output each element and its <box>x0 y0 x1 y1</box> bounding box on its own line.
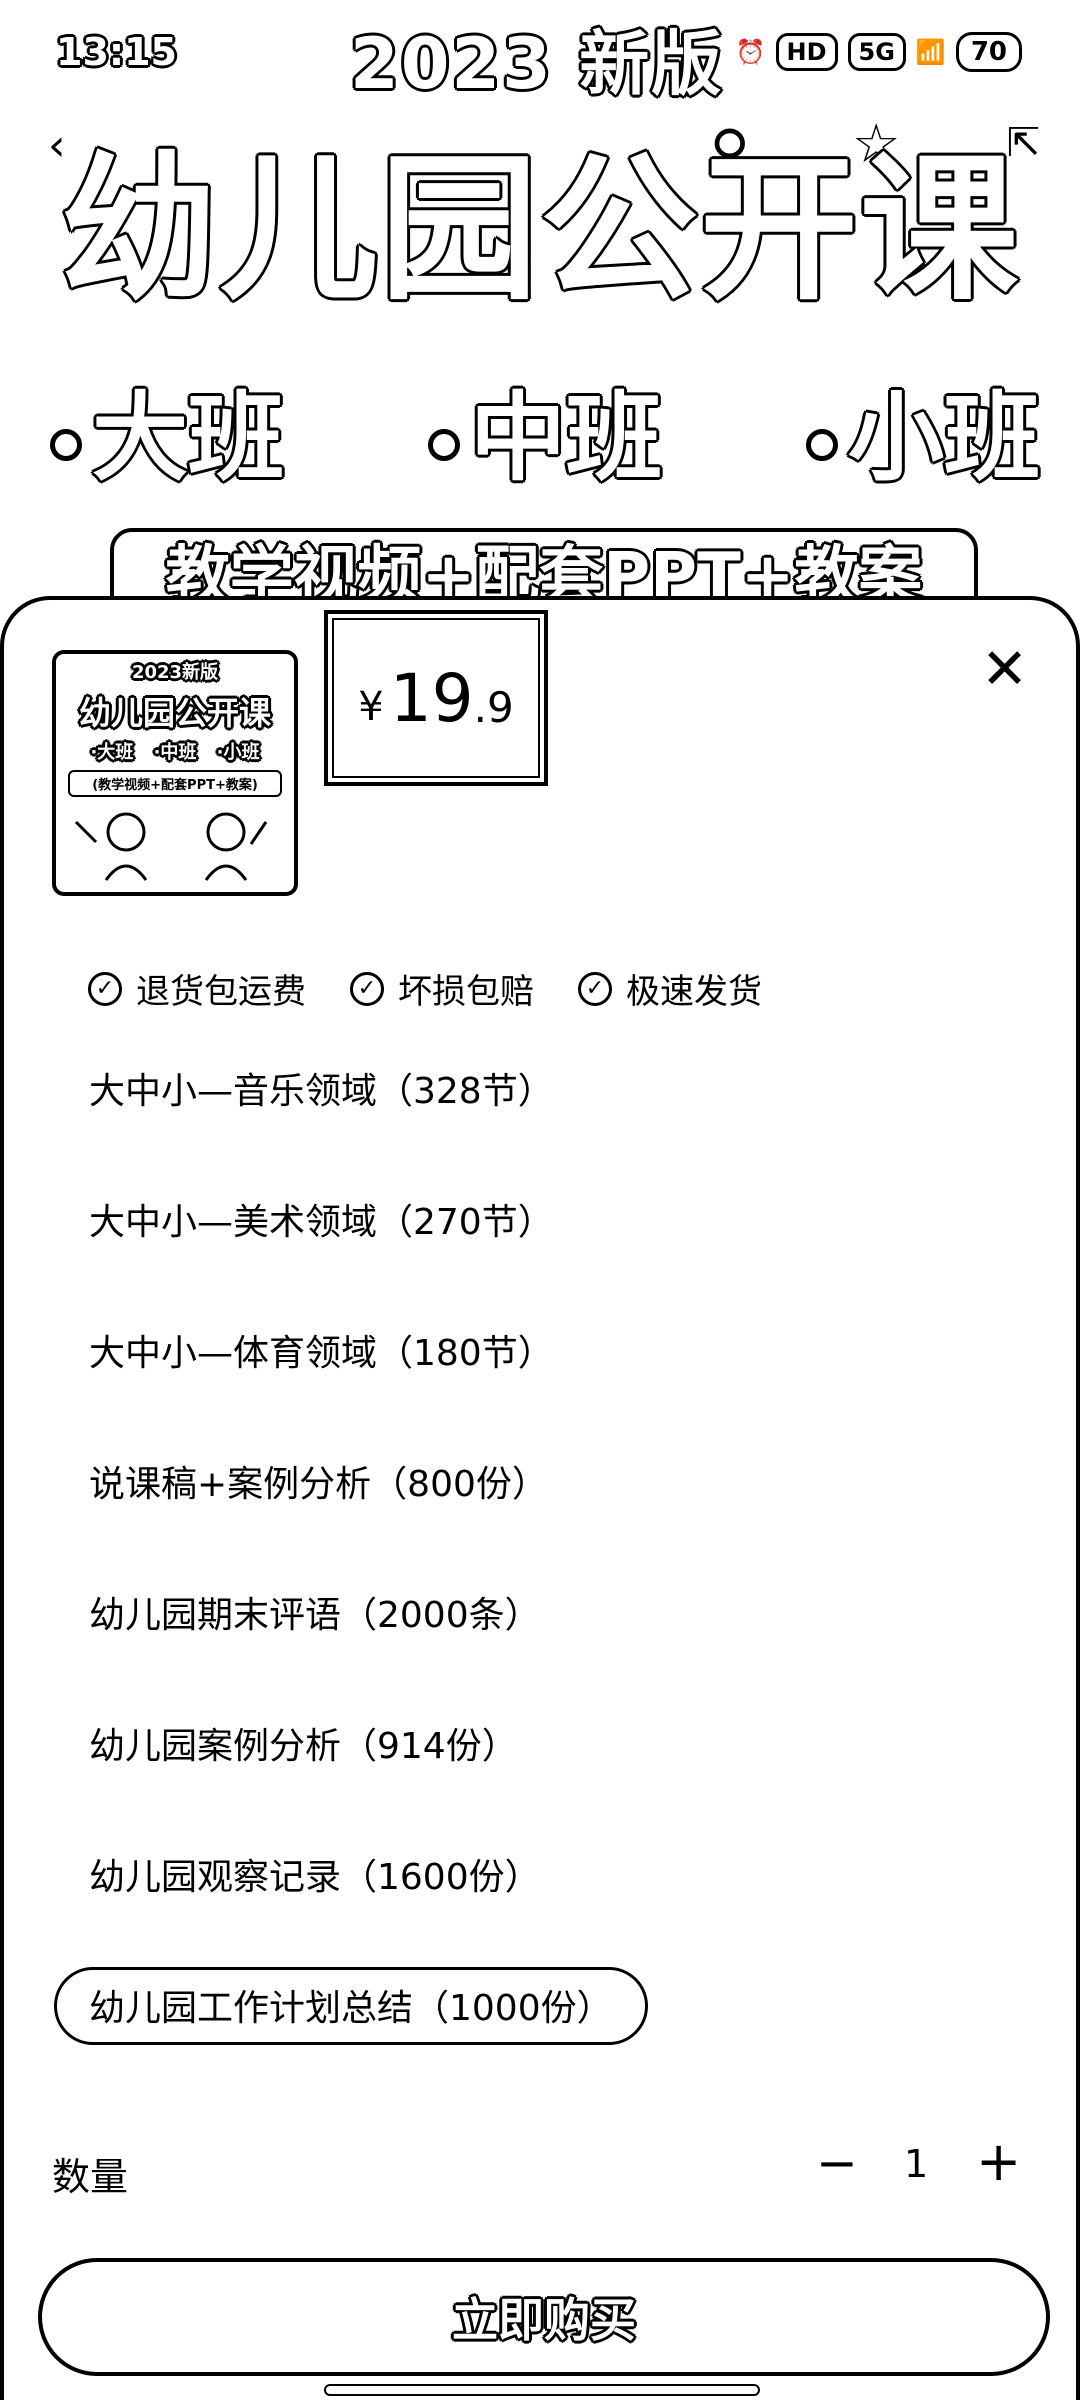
option-observation-records[interactable]: 幼儿园观察记录（1600份） <box>54 1836 576 1914</box>
check-circle-icon: ✓ <box>88 971 122 1006</box>
check-circle-icon: ✓ <box>578 971 612 1006</box>
option-sports[interactable]: 大中小—体育领域（180节） <box>54 1312 589 1390</box>
status-time: 13:15 <box>56 30 177 74</box>
kids-illustration-icon <box>74 812 268 881</box>
service-guarantees: ✓ 退货包运费 ✓ 坏损包赔 ✓ 极速发货 <box>88 964 762 1013</box>
hd-icon: HD <box>775 33 838 71</box>
option-lesson-drafts[interactable]: 说课稿+案例分析（800份） <box>54 1443 583 1521</box>
option-work-plan[interactable]: 幼儿园工作计划总结（1000份） <box>54 1967 648 2045</box>
quantity-minus-button[interactable]: − <box>816 2134 858 2192</box>
class-label: 小班 <box>806 360 1040 499</box>
quantity-value[interactable]: 1 <box>904 2142 928 2186</box>
guarantee-item: ✓ 退货包运费 <box>88 964 306 1013</box>
banner-title: 幼儿园公开课 <box>60 138 1020 322</box>
buy-now-button[interactable]: 立即购买 <box>38 2258 1050 2376</box>
option-music[interactable]: 大中小—音乐领域（328节） <box>54 1050 589 1128</box>
class-label: 中班 <box>428 360 662 499</box>
quantity-label: 数量 <box>52 2155 129 2199</box>
close-icon[interactable]: ✕ <box>981 642 1028 698</box>
thumbnail-year: 2023新版 <box>131 662 219 683</box>
banner-classes: 大班 中班 小班 <box>50 360 1040 499</box>
check-circle-icon: ✓ <box>350 971 384 1006</box>
sku-sheet: 2023新版 幼儿园公开课 ·大班 ·中班 ·小班 (教学视频+配套PPT+教案… <box>0 596 1080 2400</box>
quantity-plus-button[interactable]: + <box>976 2130 1021 2193</box>
option-term-comments[interactable]: 幼儿园期末评语（2000条） <box>54 1574 576 1652</box>
option-case-analysis[interactable]: 幼儿园案例分析（914份） <box>54 1705 553 1783</box>
thumbnail-subtitle: (教学视频+配套PPT+教案) <box>68 770 282 797</box>
price-currency: ¥ <box>358 684 384 730</box>
battery-icon: 70 <box>955 32 1022 72</box>
price: ¥ 19 .9 <box>324 610 548 786</box>
thumbnail-classes: ·大班 ·中班 ·小班 <box>90 742 260 763</box>
product-thumbnail[interactable]: 2023新版 幼儿园公开课 ·大班 ·中班 ·小班 (教学视频+配套PPT+教案… <box>52 650 298 896</box>
signal-5g-icon: 5G <box>847 33 906 71</box>
guarantee-item: ✓ 坏损包赔 <box>350 964 534 1013</box>
thumbnail-title: 幼儿园公开课 <box>78 694 271 732</box>
alarm-icon: ⏰ <box>735 38 766 66</box>
price-integer: 19 <box>389 659 474 737</box>
banner-year-label: 2023 新版 <box>350 23 724 105</box>
home-indicator[interactable] <box>324 2384 760 2396</box>
class-label: 大班 <box>50 360 284 499</box>
status-icons: ⏰ HD 5G 📶 70 <box>736 32 1022 72</box>
wifi-icon: 📶 <box>915 38 946 66</box>
option-art[interactable]: 大中小—美术领域（270节） <box>54 1181 589 1259</box>
buy-now-label: 立即购买 <box>452 2293 636 2347</box>
price-decimal: .9 <box>473 682 514 732</box>
guarantee-item: ✓ 极速发货 <box>578 964 762 1013</box>
